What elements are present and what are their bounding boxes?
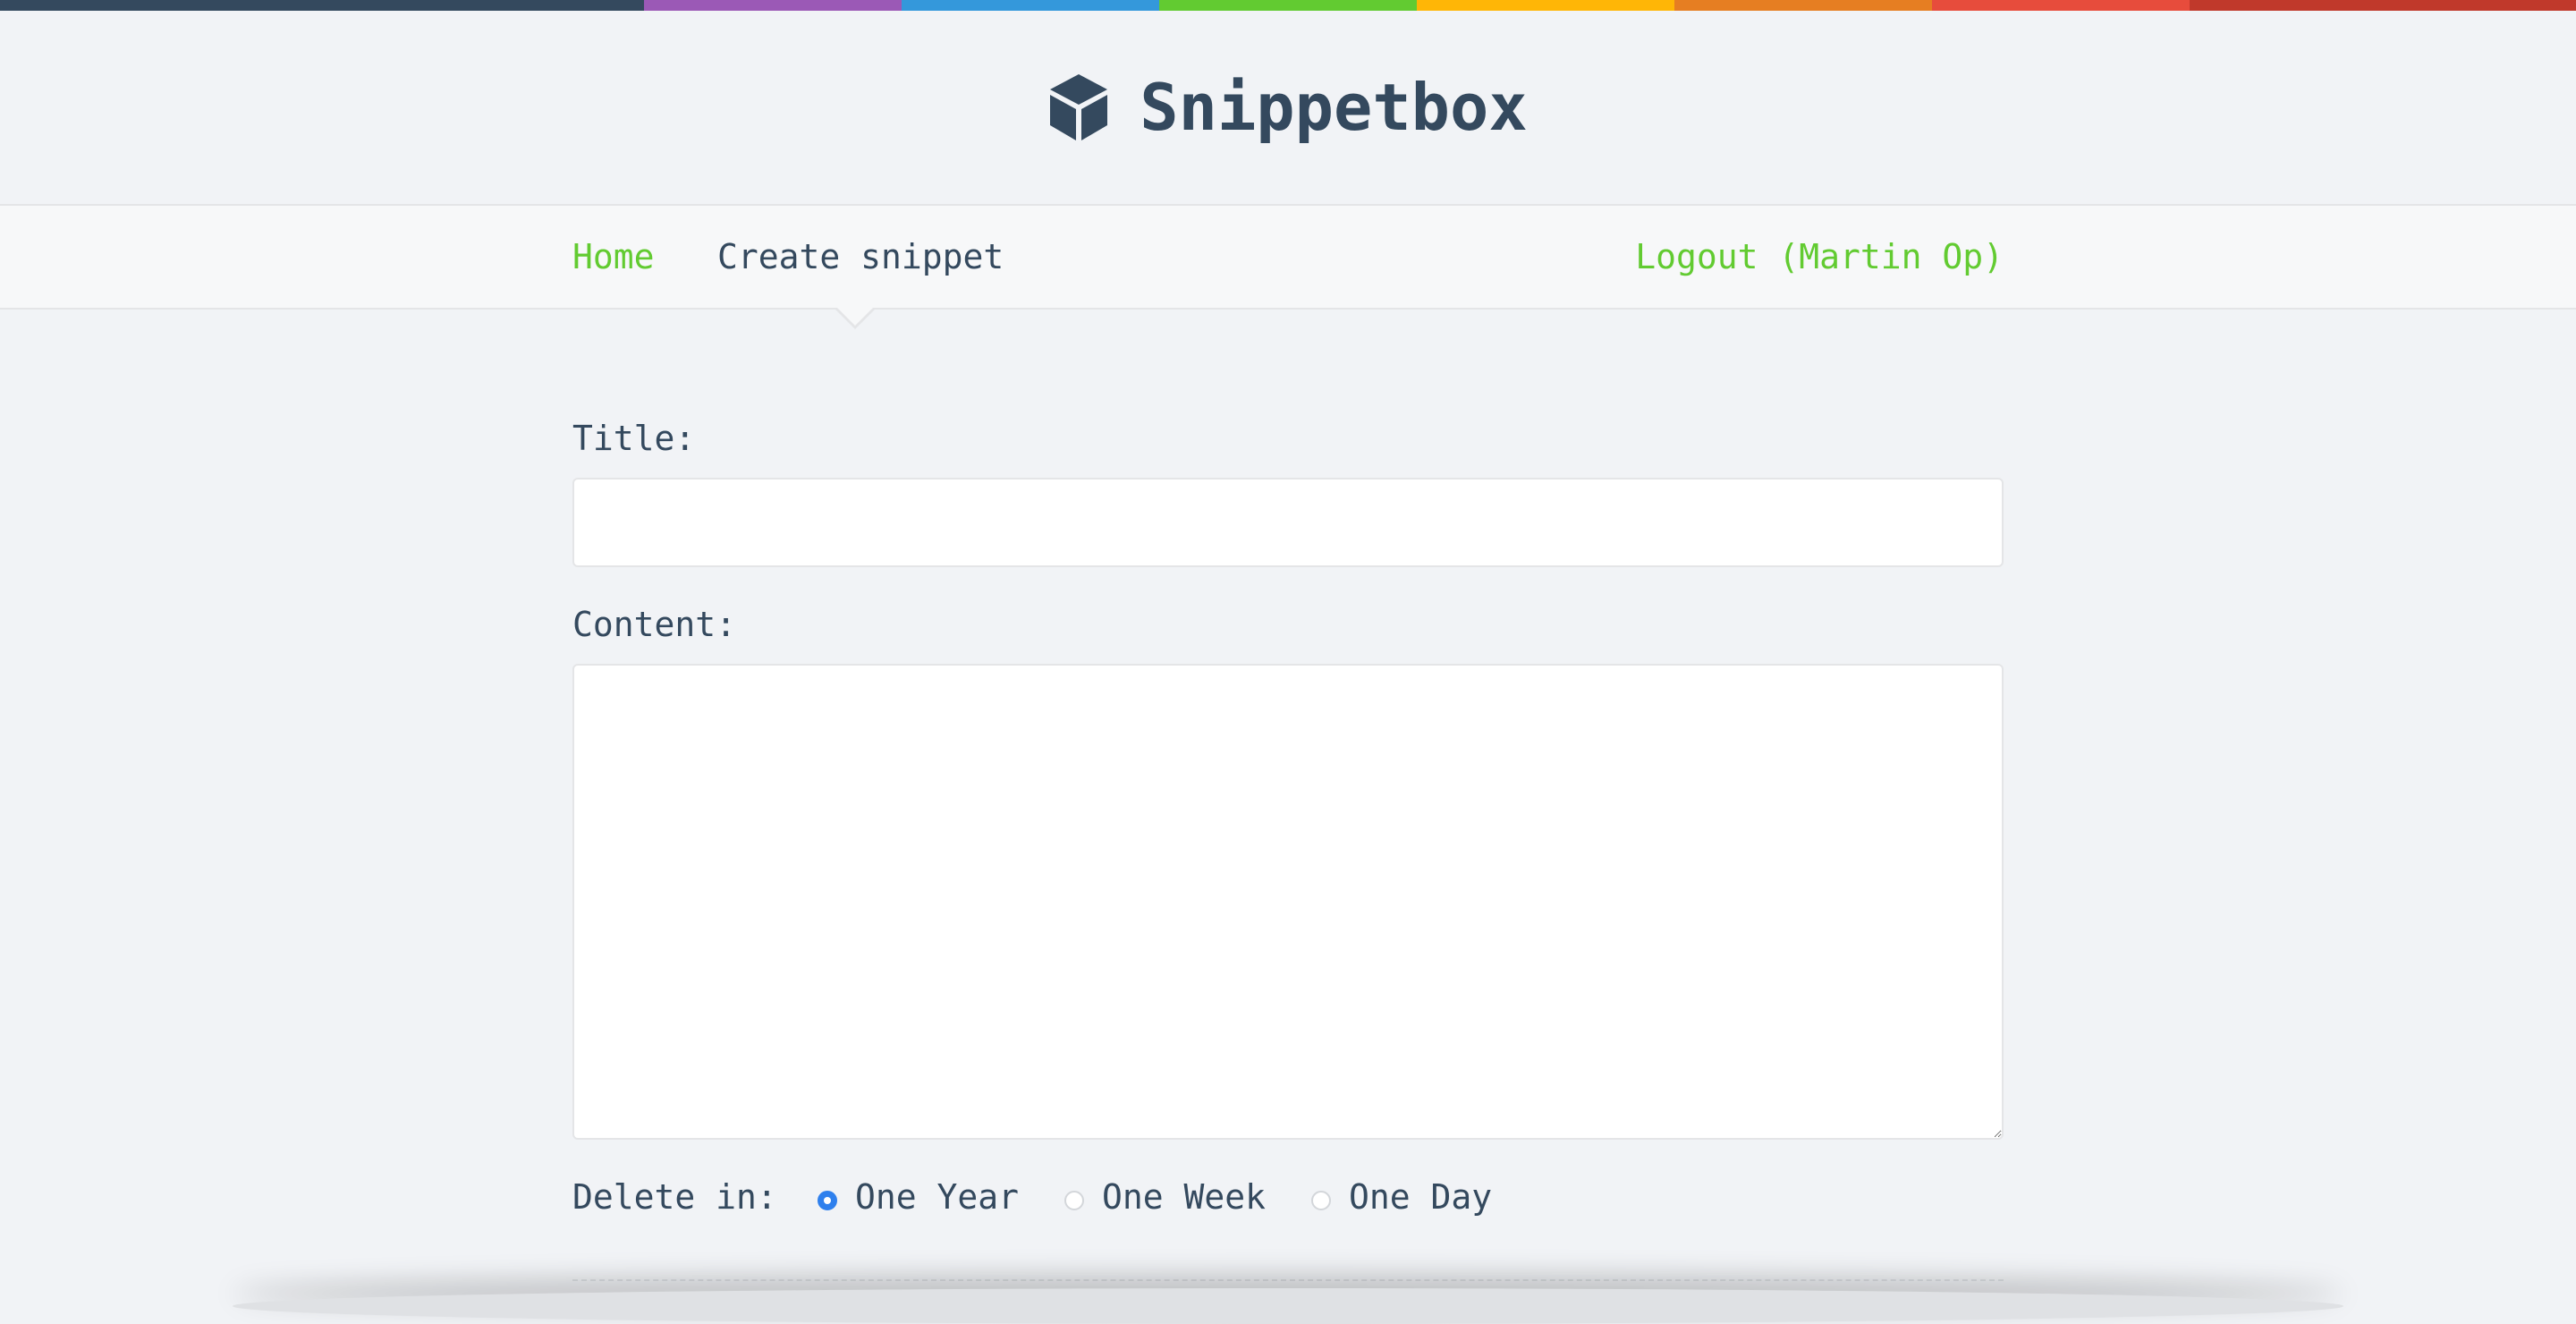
title-label: Title: — [572, 419, 696, 458]
top-color-stripe — [0, 0, 2576, 11]
stripe-segment — [1932, 0, 2190, 11]
stripe-segment — [0, 0, 644, 11]
nav-inner: Home Create snippet Logout (Martin Op) — [572, 206, 2004, 308]
cube-icon — [1050, 74, 1108, 140]
title-input[interactable] — [572, 478, 2004, 567]
content-label: Content: — [572, 605, 737, 644]
radio-one-week[interactable]: One Week — [1064, 1170, 1266, 1224]
nav-logout-link[interactable]: Logout (Martin Op) — [1635, 206, 2004, 308]
delete-in-group: Delete in: One Year One Week One Day — [572, 1170, 2004, 1224]
stripe-segment — [902, 0, 1159, 11]
radio-label: One Year — [855, 1177, 1020, 1217]
stripe-segment — [1417, 0, 1674, 11]
brand-name: Snippetbox — [1140, 70, 1528, 145]
form-divider — [572, 1279, 2004, 1281]
footer-edge — [233, 1288, 2343, 1324]
radio-label: One Week — [1102, 1177, 1267, 1217]
nav-home-link[interactable]: Home — [572, 206, 655, 308]
nav-create-snippet-link[interactable]: Create snippet — [717, 206, 1004, 308]
stripe-segment — [2190, 0, 2576, 11]
radio-unchecked-icon[interactable] — [1311, 1191, 1331, 1210]
stripe-segment — [1159, 0, 1417, 11]
content-textarea[interactable] — [572, 664, 2004, 1140]
radio-unchecked-icon[interactable] — [1064, 1191, 1084, 1210]
active-nav-pointer — [835, 308, 875, 329]
radio-label: One Day — [1349, 1177, 1493, 1217]
radio-checked-icon[interactable] — [818, 1191, 837, 1210]
stripe-segment — [1674, 0, 1932, 11]
main-nav: Home Create snippet Logout (Martin Op) — [0, 204, 2576, 310]
radio-one-year[interactable]: One Year — [818, 1170, 1019, 1224]
stripe-segment — [644, 0, 902, 11]
delete-in-label: Delete in: — [572, 1177, 777, 1217]
brand-link[interactable]: Snippetbox — [1048, 70, 1528, 145]
site-header: Snippetbox — [0, 11, 2576, 204]
radio-one-day[interactable]: One Day — [1311, 1170, 1492, 1224]
